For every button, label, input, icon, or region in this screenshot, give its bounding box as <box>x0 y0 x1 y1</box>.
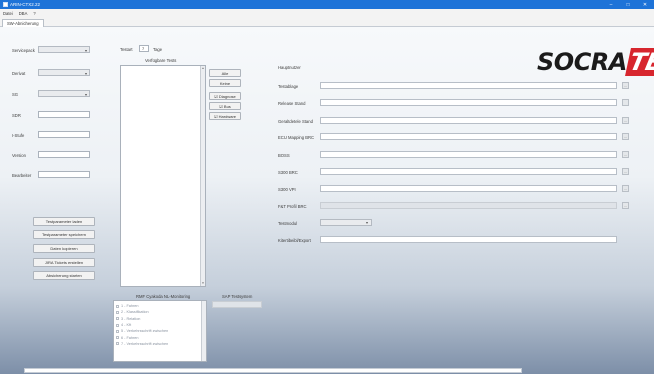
label-sap-testsystem: SAP Testsystem <box>222 294 253 299</box>
rmf-list[interactable]: 1 - Fahren 2 - Klassifikation 3 - Relati… <box>113 300 207 362</box>
menubar: Datei DBA ? <box>0 9 654 17</box>
label-geraltdetele-stand: Geraltdetele Stand <box>278 119 313 124</box>
scroll-down-icon[interactable]: ▼ <box>201 281 205 286</box>
version-input[interactable] <box>38 151 90 158</box>
sap-testsystem-field[interactable] <box>212 301 262 308</box>
browse-testablage-button[interactable]: ... <box>622 82 629 89</box>
browse-geraltdetele-button[interactable]: ... <box>622 117 629 124</box>
label-bearbeiter: Bearbeiter <box>12 173 32 178</box>
maximize-icon[interactable]: □ <box>625 2 631 8</box>
kommentar-field[interactable] <box>320 236 617 243</box>
servicepack-combo[interactable]: ▾ <box>38 46 90 53</box>
label-release-stand: Release Stand <box>278 101 306 106</box>
label-s300-brc: S300 BRC <box>278 170 298 175</box>
bus-toggle[interactable]: ☑ Bus <box>209 102 241 110</box>
chevron-down-icon: ▾ <box>84 48 87 53</box>
label-sg: SG <box>12 92 19 97</box>
sdr-input[interactable] <box>38 111 90 118</box>
checkbox-icon <box>116 329 119 333</box>
save-params-button[interactable]: Testparameter speichern <box>33 230 95 239</box>
ft-profil-field <box>320 202 617 209</box>
ecu-mapping-field[interactable] <box>320 133 617 140</box>
minimize-icon[interactable]: – <box>608 2 614 8</box>
select-none-button[interactable]: Keine <box>209 79 241 87</box>
checkbox-icon <box>116 342 119 346</box>
create-jira-tickets-button[interactable]: JIRA Tickets erstellen <box>33 258 95 267</box>
chevron-down-icon: ▾ <box>84 71 87 76</box>
testmodul-combo[interactable] <box>320 219 372 226</box>
hardware-toggle[interactable]: ☑ Hardware <box>209 112 241 120</box>
available-tests-list[interactable]: ▲ ▼ <box>120 65 206 287</box>
browse-s300-brc-button[interactable]: ... <box>622 168 629 175</box>
socratel-logo: SOCRATEL <box>537 48 654 76</box>
label-version: Version <box>12 153 26 158</box>
label-tage: Tage <box>153 47 163 52</box>
label-ft-profil: F&T Profil BRC <box>278 204 307 209</box>
status-bar <box>24 368 522 373</box>
scrollbar[interactable]: ▲ ▼ <box>200 66 205 286</box>
select-all-button[interactable]: Alle <box>209 69 241 77</box>
geraltdetele-stand-field[interactable] <box>320 117 617 124</box>
start-absicherung-button[interactable]: Absicherung starten <box>33 271 95 280</box>
label-boss: BOSS <box>278 153 290 158</box>
window-controls: – □ ✕ <box>608 2 654 8</box>
label-servicepack: Servicepack <box>12 48 35 53</box>
release-stand-field[interactable] <box>320 99 617 106</box>
label-available-tests: Verfügbare Tests <box>145 58 177 63</box>
tab-sw-absicherung[interactable]: SW-Abnicherung <box>2 19 44 27</box>
rmf-item[interactable]: 7 - Verkehrsschrift zwischen <box>114 341 206 347</box>
chevron-down-icon: ▾ <box>366 220 369 225</box>
sg-combo[interactable]: ▾ <box>38 90 90 97</box>
checkbox-icon <box>116 304 119 308</box>
menu-help[interactable]: ? <box>33 11 35 16</box>
bearbeiter-input[interactable] <box>38 171 90 178</box>
s300-vpi-field[interactable] <box>320 185 617 192</box>
browse-ft-profil-button: ... <box>622 202 629 209</box>
browse-ecu-mapping-button[interactable]: ... <box>622 133 629 140</box>
main-content: Servicepack ▾ Derivat ▾ SG ▾ SDR I-Stufe… <box>0 27 654 374</box>
load-params-button[interactable]: Testparameter laden <box>33 217 95 226</box>
scrollbar[interactable] <box>201 301 206 361</box>
testablage-field[interactable] <box>320 82 617 89</box>
chevron-down-icon: ▾ <box>84 92 87 97</box>
label-i-stufe: I-Stufe <box>12 133 25 138</box>
window-title: ARIN-CTX2.22 <box>10 2 41 7</box>
window-titlebar: ARIN-CTX2.22 – □ ✕ <box>0 0 654 9</box>
checkbox-icon <box>116 323 119 327</box>
label-derivat: Derivat <box>12 71 26 76</box>
label-hauptnutzer: Hauptnutzer <box>278 65 301 70</box>
menu-dba[interactable]: DBA <box>19 11 28 16</box>
label-kommentar: Kitertibeibl/Export <box>278 238 311 243</box>
label-testart: Testart <box>120 47 133 52</box>
boss-field[interactable] <box>320 151 617 158</box>
close-icon[interactable]: ✕ <box>642 2 648 8</box>
checkbox-icon <box>116 310 119 314</box>
label-s300-vpi: S300 VPI <box>278 187 296 192</box>
testart-input[interactable]: 7 <box>139 45 149 52</box>
copy-data-button[interactable]: Daten kopieren <box>33 244 95 253</box>
label-sdr: SDR <box>12 113 21 118</box>
label-rmf: RMF Cyakoda NL-Monitoring <box>136 294 191 299</box>
menu-datei[interactable]: Datei <box>3 11 13 16</box>
checkbox-icon <box>116 317 119 321</box>
browse-boss-button[interactable]: ... <box>622 151 629 158</box>
checkbox-icon <box>116 336 119 340</box>
app-icon <box>3 2 8 7</box>
tab-strip: SW-Abnicherung <box>0 17 654 27</box>
i-stufe-input[interactable] <box>38 131 90 138</box>
scroll-up-icon[interactable]: ▲ <box>201 66 205 71</box>
derivat-combo[interactable]: ▾ <box>38 69 90 76</box>
browse-s300-vpi-button[interactable]: ... <box>622 185 629 192</box>
s300-brc-field[interactable] <box>320 168 617 175</box>
label-ecu-mapping: ECU Mapping BRC <box>278 135 315 140</box>
label-testablage: Testablage <box>278 84 299 89</box>
label-testmodul: Testmodul <box>278 221 298 226</box>
browse-release-stand-button[interactable] <box>622 99 629 106</box>
diagnose-toggle[interactable]: ☑ Diagnose <box>209 92 241 100</box>
